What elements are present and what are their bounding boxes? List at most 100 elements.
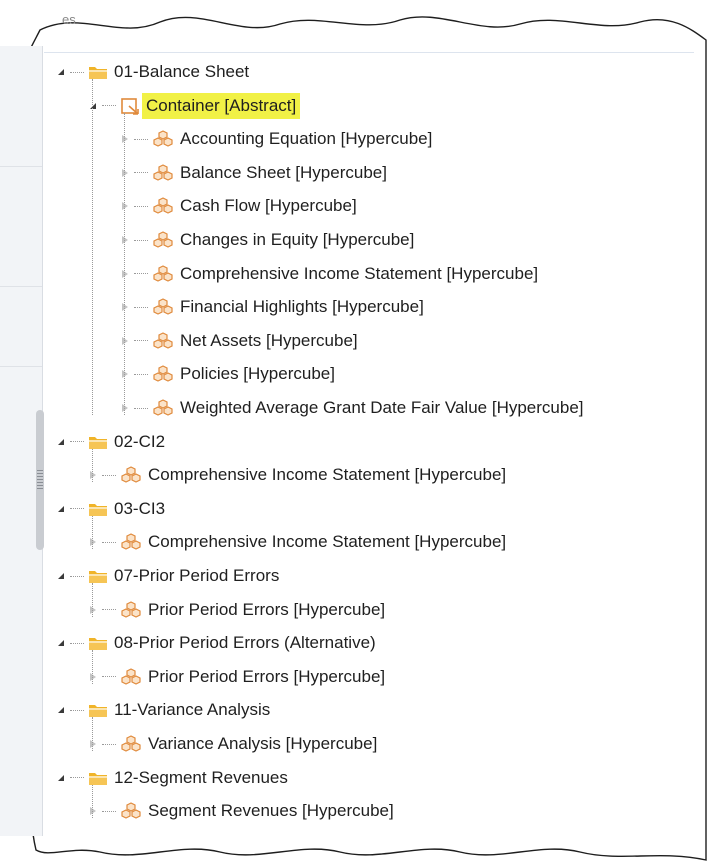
collapse-triangle-icon[interactable] — [54, 771, 68, 785]
tree-hypercube-item[interactable]: Prior Period Errors [Hypercube] — [86, 664, 385, 690]
tree-guide-line — [92, 717, 93, 751]
tree-group-item[interactable]: 08-Prior Period Errors (Alternative) — [54, 630, 376, 656]
expand-triangle-icon[interactable] — [118, 401, 132, 415]
hypercube-icon — [152, 164, 174, 182]
hypercube-icon — [120, 600, 142, 619]
expand-triangle-icon[interactable] — [86, 468, 100, 482]
tree-connector — [134, 273, 148, 275]
tree-group-item[interactable]: 03-CI3 — [54, 496, 165, 522]
tree-connector — [70, 642, 84, 644]
collapse-triangle-icon[interactable] — [54, 636, 68, 650]
tree-item-label: Comprehensive Income Statement [Hypercub… — [148, 532, 507, 552]
expand-triangle-icon[interactable] — [118, 334, 132, 348]
side-panel-divider — [0, 166, 42, 167]
tree-item-label: Weighted Average Grant Date Fair Value [… — [180, 398, 584, 417]
folder-icon — [88, 635, 108, 651]
folder-icon — [88, 434, 108, 450]
expand-triangle-icon[interactable] — [86, 737, 100, 751]
tree-hypercube-item[interactable]: Comprehensive Income Statement [Hypercub… — [118, 261, 538, 287]
window-tab-fragment[interactable]: es — [62, 12, 76, 27]
collapse-triangle-icon[interactable] — [54, 502, 68, 516]
tree-group-item[interactable]: 02-CI2 — [54, 429, 165, 455]
tree-item-label: Segment Revenues [Hypercube] — [148, 801, 394, 821]
tree-hypercube-item[interactable]: Segment Revenues [Hypercube] — [86, 798, 394, 824]
folder-icon — [88, 702, 108, 718]
tree-hypercube-item[interactable]: Comprehensive Income Statement [Hypercub… — [86, 529, 506, 555]
tree-hypercube-item[interactable]: Accounting Equation [Hypercube] — [118, 126, 432, 152]
hypercube-icon — [120, 533, 142, 551]
tree-hypercube-item[interactable]: Policies [Hypercube] — [118, 361, 335, 387]
collapse-triangle-icon[interactable] — [54, 65, 68, 79]
collapse-triangle-icon[interactable] — [86, 99, 100, 113]
tree-connector — [102, 609, 116, 611]
tree-item-label: Variance Analysis [Hypercube] — [148, 734, 378, 753]
tree-item-label: 03-CI3 — [114, 498, 166, 518]
tree-item-label: Net Assets [Hypercube] — [180, 330, 358, 350]
tree-group-item[interactable]: 11-Variance Analysis — [54, 697, 270, 723]
tree-guide-line — [92, 650, 93, 684]
tree-container-item[interactable]: Container [Abstract] — [86, 92, 301, 119]
tree-hypercube-item[interactable]: Changes in Equity [Hypercube] — [118, 227, 414, 253]
tree-hypercube-item[interactable]: Prior Period Errors [Hypercube] — [86, 597, 385, 623]
tree-item-label: Prior Period Errors [Hypercube] — [148, 666, 386, 686]
tree-connector — [70, 709, 84, 711]
expand-triangle-icon[interactable] — [86, 603, 100, 617]
splitter-grip-icon[interactable] — [37, 470, 43, 490]
expand-triangle-icon[interactable] — [86, 535, 100, 549]
tree-guide-line — [92, 448, 93, 483]
hypercube-icon — [120, 668, 142, 686]
tree-item-label: Prior Period Errors [Hypercube] — [148, 599, 386, 619]
tree-hypercube-item[interactable]: Comprehensive Income Statement [Hypercub… — [86, 462, 506, 488]
tree-hypercube-item[interactable]: Weighted Average Grant Date Fair Value [… — [118, 395, 584, 421]
tree-connector — [102, 105, 116, 107]
hypercube-icon — [120, 802, 142, 820]
tree-guide-line — [92, 79, 93, 415]
expand-triangle-icon[interactable] — [118, 300, 132, 314]
tree-hypercube-item[interactable]: Variance Analysis [Hypercube] — [86, 731, 377, 757]
tree-connector — [134, 306, 148, 308]
tree-item-label: Comprehensive Income Statement [Hypercub… — [148, 465, 507, 485]
hypercube-icon — [152, 399, 174, 417]
tree-connector — [102, 743, 116, 745]
tree-guide-line — [92, 515, 93, 550]
expand-triangle-icon[interactable] — [118, 199, 132, 213]
tree-connector — [134, 340, 148, 342]
tree-hypercube-item[interactable]: Cash Flow [Hypercube] — [118, 193, 357, 219]
expand-triangle-icon[interactable] — [118, 267, 132, 281]
hypercube-icon — [152, 197, 174, 215]
tree-connector — [70, 508, 84, 510]
tree-group-item[interactable]: 07-Prior Period Errors — [54, 563, 279, 589]
tree-connector — [134, 373, 148, 375]
tree-hypercube-item[interactable]: Financial Highlights [Hypercube] — [118, 294, 424, 320]
tree-connector — [134, 172, 148, 174]
network-tree: 01-Balance Sheet Container [Abstract] Ac… — [44, 52, 694, 833]
tree-item-label: 12-Segment Revenues — [114, 767, 288, 787]
expand-triangle-icon[interactable] — [118, 367, 132, 381]
tree-connector — [70, 575, 84, 577]
tree-item-label: 07-Prior Period Errors — [114, 566, 280, 585]
tree-hypercube-item[interactable]: Net Assets [Hypercube] — [118, 328, 358, 354]
tree-guide-line — [124, 112, 125, 415]
tree-item-label: Policies [Hypercube] — [180, 364, 335, 384]
expand-triangle-icon[interactable] — [118, 233, 132, 247]
folder-icon — [88, 501, 108, 517]
hypercube-icon — [152, 231, 174, 249]
collapse-triangle-icon[interactable] — [54, 569, 68, 583]
folder-icon — [88, 770, 108, 786]
expand-triangle-icon[interactable] — [86, 804, 100, 818]
tree-connector — [134, 205, 148, 207]
expand-triangle-icon[interactable] — [86, 670, 100, 684]
tree-hypercube-item[interactable]: Balance Sheet [Hypercube] — [118, 160, 387, 186]
tree-item-label: 08-Prior Period Errors (Alternative) — [114, 633, 376, 653]
expand-triangle-icon[interactable] — [118, 132, 132, 146]
tree-connector — [70, 71, 84, 73]
tree-group-item[interactable]: 01-Balance Sheet — [54, 59, 249, 85]
tree-group-item[interactable]: 12-Segment Revenues — [54, 765, 288, 791]
tree-item-label: Financial Highlights [Hypercube] — [180, 297, 424, 317]
tree-item-label: Cash Flow [Hypercube] — [180, 196, 357, 216]
tree-connector — [70, 441, 84, 443]
folder-icon — [88, 568, 108, 584]
expand-triangle-icon[interactable] — [118, 166, 132, 180]
collapse-triangle-icon[interactable] — [54, 703, 68, 717]
collapse-triangle-icon[interactable] — [54, 435, 68, 449]
